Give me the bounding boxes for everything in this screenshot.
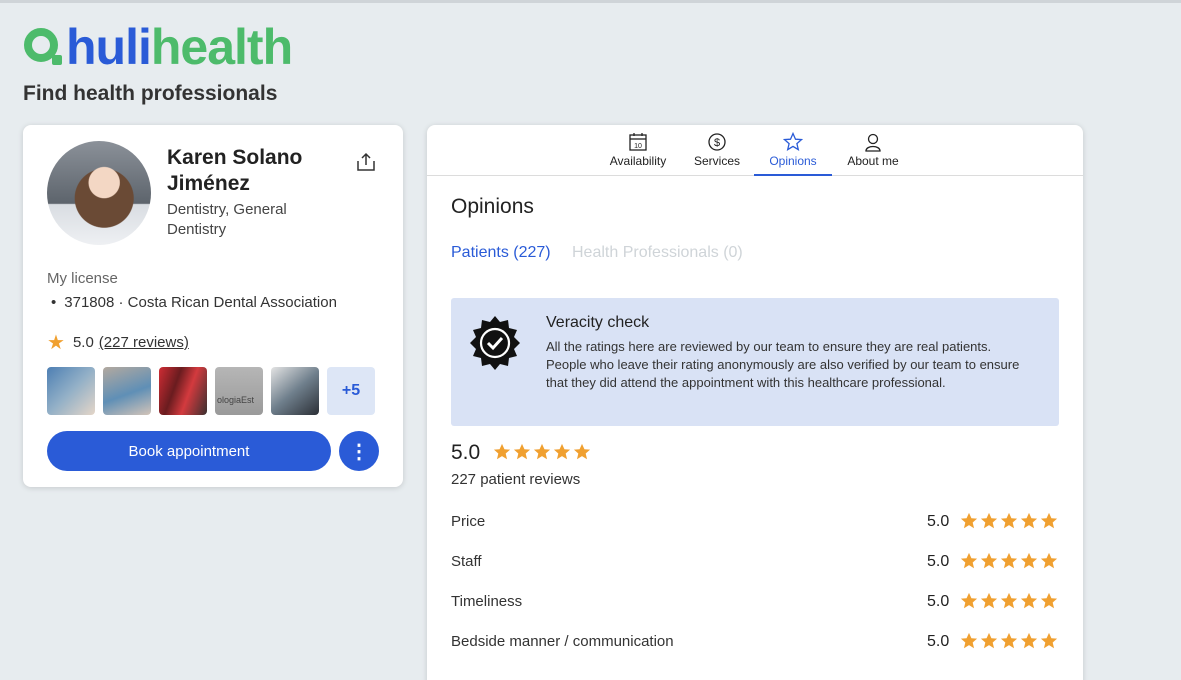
reviews-link[interactable]: (227 reviews)	[99, 334, 189, 351]
criterion-label: Timeliness	[451, 593, 523, 610]
calendar-day: 10	[634, 143, 642, 150]
tab-opinions[interactable]: Opinions	[754, 125, 832, 176]
gallery-photo[interactable]: ologiaEst	[215, 367, 263, 415]
gallery-photo[interactable]	[47, 367, 95, 415]
star-icon	[553, 443, 571, 460]
star-icon	[980, 592, 998, 609]
star-icon	[1040, 632, 1058, 649]
criterion-timeliness: Timeliness 5.0	[451, 590, 1059, 614]
star-icon	[1020, 512, 1038, 529]
license-item: • 371808 · Costa Rican Dental Association	[51, 294, 337, 311]
rating-value: 5.0	[72, 334, 94, 351]
tab-about-me[interactable]: About me	[841, 125, 905, 176]
star-icon	[513, 443, 531, 460]
opinions-title: Opinions	[451, 195, 534, 218]
star-icon	[1020, 552, 1038, 569]
license-text: 371808 · Costa Rican Dental Association	[64, 294, 337, 311]
criterion-label: Bedside manner / communication	[451, 633, 674, 650]
star-icon	[1020, 632, 1038, 649]
tab-availability[interactable]: 10 Availability	[605, 125, 671, 176]
photo-caption: ologiaEst	[217, 395, 255, 405]
doctor-specialty: Dentistry, General Dentistry	[167, 201, 287, 238]
star-icon	[573, 443, 591, 460]
tab-services[interactable]: $ Services	[691, 125, 743, 176]
criterion-score: 5.0	[927, 633, 950, 650]
hulihealth-logo[interactable]: hulihealth	[22, 19, 293, 75]
gallery-photo[interactable]	[271, 367, 319, 415]
profile-tabs: 10 Availability $ Services Opinions Abou…	[427, 125, 1083, 176]
criterion-score: 5.0	[927, 593, 950, 610]
criterion-staff: Staff 5.0	[451, 550, 1059, 574]
share-icon[interactable]	[355, 151, 377, 173]
calendar-icon: 10	[629, 133, 647, 151]
star-icon	[1040, 592, 1058, 609]
subtab-patients[interactable]: Patients (227)	[451, 244, 551, 262]
overall-score: 5.0	[451, 441, 481, 464]
criterion-stars	[960, 592, 1058, 610]
star-icon	[960, 512, 978, 529]
star-icon	[980, 512, 998, 529]
person-icon	[865, 133, 881, 152]
criterion-label: Staff	[451, 553, 482, 570]
criterion-stars	[960, 632, 1058, 650]
profile-card: Karen Solano Jiménez Dentistry, General …	[23, 125, 403, 487]
logo-text: hulihealth	[66, 19, 293, 75]
tab-label: Availability	[609, 154, 667, 168]
star-outline-icon	[783, 132, 803, 151]
criterion-score: 5.0	[927, 513, 950, 530]
star-icon	[1000, 552, 1018, 569]
star-icon	[960, 592, 978, 609]
criterion-label: Price	[451, 513, 486, 530]
more-options-button[interactable]: ⋮	[339, 431, 379, 471]
veracity-text: All the ratings here are reviewed by our…	[546, 339, 1020, 390]
gallery-photo[interactable]	[103, 367, 151, 415]
top-border	[0, 0, 1181, 3]
patient-review-count: 227 patient reviews	[451, 471, 581, 488]
criterion-stars	[960, 512, 1058, 530]
star-icon	[1040, 512, 1058, 529]
verified-badge-icon	[470, 316, 520, 370]
overall-stars	[493, 443, 591, 461]
star-icon	[1000, 512, 1018, 529]
star-icon	[1020, 592, 1038, 609]
veracity-title: Veracity check	[546, 314, 650, 331]
dollar-icon: $	[708, 133, 726, 151]
opinions-card: 10 Availability $ Services Opinions Abou…	[427, 125, 1083, 680]
book-appointment-button[interactable]: Book appointment	[47, 431, 331, 471]
star-icon	[1000, 592, 1018, 609]
criterion-stars	[960, 552, 1058, 570]
star-icon	[1040, 552, 1058, 569]
star-icon	[960, 632, 978, 649]
star-icon	[1000, 632, 1018, 649]
subtab-health-professionals[interactable]: Health Professionals (0)	[572, 244, 743, 262]
tab-label: Opinions	[769, 154, 817, 168]
star-icon	[493, 443, 511, 460]
doctor-name: Karen Solano Jiménez	[167, 146, 303, 195]
star-icon	[980, 632, 998, 649]
criterion-score: 5.0	[927, 553, 950, 570]
doctor-avatar	[47, 141, 151, 245]
more-photos-button[interactable]: +5	[327, 367, 375, 415]
criterion-price: Price 5.0	[451, 510, 1059, 534]
tab-label: Services	[693, 154, 740, 168]
veracity-check-box: Veracity check All the ratings here are …	[451, 298, 1059, 426]
star-icon	[533, 443, 551, 460]
gallery-photo[interactable]	[159, 367, 207, 415]
tab-label: About me	[847, 154, 899, 168]
star-icon: ★	[47, 332, 65, 354]
criterion-bedside-manner: Bedside manner / communication 5.0	[451, 630, 1059, 654]
photo-gallery: ologiaEst +5	[47, 367, 375, 415]
page-tagline: Find health professionals	[23, 82, 278, 105]
license-title: My license	[47, 270, 118, 287]
star-icon	[960, 552, 978, 569]
logo-mark-icon	[24, 28, 62, 65]
profile-rating: ★ 5.0 (227 reviews)	[47, 330, 189, 355]
svg-text:$: $	[714, 137, 720, 149]
star-icon	[980, 552, 998, 569]
